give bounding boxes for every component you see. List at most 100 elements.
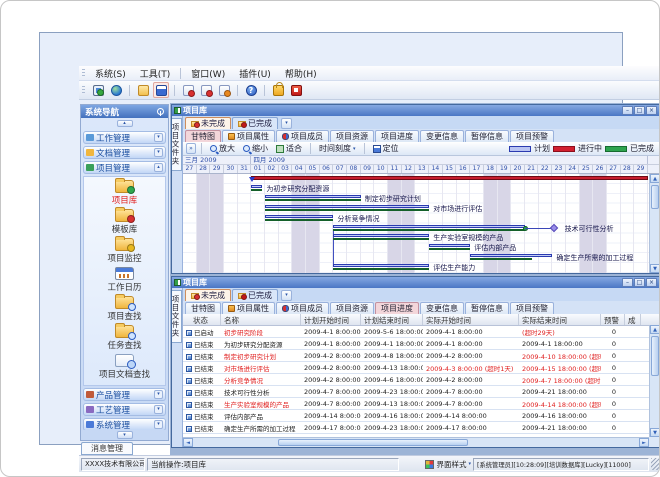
table-folder-side-tab[interactable]: 项目文件夹 [172, 290, 182, 343]
chevron-down-icon[interactable]: ▾ [154, 390, 163, 399]
column-header-0[interactable]: 状态 [183, 314, 221, 325]
sidebar-group-0[interactable]: 工作管理▾ [83, 131, 166, 144]
gantt-subtab-7[interactable]: 项目预警 [510, 130, 554, 142]
gantt-actual-bar[interactable] [470, 258, 532, 260]
sidebar-item-6[interactable]: 项目文档查找 [84, 354, 165, 380]
table-subtab-7[interactable]: 项目预警 [510, 302, 554, 314]
table-row[interactable]: 已结束为初步研究分配资源2009-4-1 8:00:002009-4-1 18:… [183, 338, 649, 350]
gantt-actual-bar[interactable] [251, 189, 262, 191]
sidebar-item-5[interactable]: 任务查找 [84, 325, 165, 351]
exit-toolbar-button[interactable] [288, 82, 304, 98]
minimize-button[interactable]: – [622, 106, 633, 115]
mail-verify-toolbar-button[interactable] [198, 82, 214, 98]
sidebar-item-2[interactable]: 项目监控 [84, 238, 165, 264]
column-header-4[interactable]: 实际开始时间 [423, 314, 519, 325]
table-subtab-3[interactable]: 项目资源 [330, 302, 374, 314]
gantt-tab-0[interactable]: 未完成 [185, 117, 231, 129]
menu-item-0[interactable]: 系统(S) [88, 66, 133, 81]
menu-grip[interactable] [82, 69, 85, 78]
gantt-tab-1[interactable]: 已完成 [232, 117, 278, 129]
table-subtab-5[interactable]: 变更信息 [420, 302, 464, 314]
menu-item-3[interactable]: 插件(U) [232, 66, 278, 81]
sidebar-group-1[interactable]: 文档管理▾ [83, 146, 166, 159]
gantt-subtab-3[interactable]: 项目资源 [330, 130, 374, 142]
toolbar-expand-button[interactable]: » [186, 143, 196, 154]
gantt-plan-bar[interactable] [333, 234, 429, 237]
tab-message-management[interactable]: 消息管理 [81, 442, 133, 455]
chevron-down-icon[interactable]: ▾ [154, 405, 163, 414]
computer-toolbar-button[interactable] [90, 82, 106, 98]
interface-style-caret-icon[interactable]: ▾ [468, 461, 471, 467]
mail-send-toolbar-button[interactable] [216, 82, 232, 98]
resize-grip[interactable] [651, 458, 659, 470]
gantt-plan-bar[interactable] [333, 264, 429, 267]
scroll-left-icon[interactable]: ◄ [183, 438, 193, 447]
gantt-actual-bar[interactable] [265, 209, 429, 211]
gantt-plan-bar[interactable] [265, 195, 361, 198]
gantt-actual-bar[interactable] [333, 238, 429, 240]
table-subtab-2[interactable]: 项目成员 [276, 302, 329, 314]
gantt-vertical-scrollbar[interactable]: ▲▼ [649, 174, 659, 273]
gantt-subtab-0[interactable]: 甘特图 [185, 130, 221, 142]
table-horizontal-scrollbar[interactable]: ◄► [183, 437, 649, 447]
gantt-plan-bar[interactable] [470, 254, 552, 257]
table-subtab-4[interactable]: 项目进度 [375, 302, 419, 314]
table-tab-1[interactable]: 已完成 [232, 289, 278, 301]
table-row[interactable]: 已启动初步研究阶段2009-4-1 8:00:002009-5-6 18:00:… [183, 326, 649, 338]
table-row[interactable]: 已结束评估内部产品2009-4-14 8:00:002009-4-16 18:0… [183, 410, 649, 422]
maximize-button[interactable]: □ [634, 278, 645, 287]
folder-toolbar-button[interactable] [135, 82, 151, 98]
scroll-down-icon[interactable]: ▼ [650, 264, 659, 273]
gantt-subtab-4[interactable]: 项目进度 [375, 130, 419, 142]
column-header-1[interactable]: 名称 [221, 314, 301, 325]
gantt-chart[interactable]: 为初步研究分配资源制定初步研究计划对市场进行评估分析竞争情况技术可行性分析生产实… [183, 174, 649, 273]
chevron-down-icon[interactable]: ▾ [154, 148, 163, 157]
gantt-plan-bar[interactable] [265, 205, 429, 208]
sidebar-item-0[interactable]: 项目库 [84, 180, 165, 206]
minimize-button[interactable]: – [622, 278, 633, 287]
fit-button[interactable]: 适合 [273, 143, 305, 155]
sidebar-group-5[interactable]: 系统管理▾ [83, 418, 166, 430]
mail-new-toolbar-button[interactable] [180, 82, 196, 98]
gantt-summary-bar[interactable] [251, 176, 648, 180]
lock-toolbar-button[interactable] [270, 82, 286, 98]
scroll-right-icon[interactable]: ► [639, 438, 649, 447]
column-header-2[interactable]: 计划开始时间 [301, 314, 361, 325]
save-toolbar-button[interactable] [153, 82, 169, 98]
gantt-subtab-5[interactable]: 变更信息 [420, 130, 464, 142]
toolbar-grip[interactable] [82, 86, 85, 95]
zoom-in-button[interactable]: 放大 [207, 143, 238, 155]
table-row[interactable]: 已结束制定初步研究计划2009-4-2 8:00:002009-4-8 18:0… [183, 350, 649, 362]
table-subtab-6[interactable]: 暂停信息 [465, 302, 509, 314]
sidebar-item-1[interactable]: 模板库 [84, 209, 165, 235]
gantt-titlebar[interactable]: 项目库–□× [172, 105, 659, 116]
table-titlebar[interactable]: 项目库–□× [172, 277, 659, 288]
gantt-subtab-2[interactable]: 项目成员 [276, 130, 329, 142]
pin-icon[interactable] [157, 108, 164, 115]
sidebar-scroll-down-button[interactable]: ▾ [117, 431, 133, 439]
gantt-plan-bar[interactable] [333, 225, 524, 228]
scrollbar-thumb[interactable] [651, 336, 659, 376]
table-tab-0[interactable]: 未完成 [185, 289, 231, 301]
maximize-button[interactable]: □ [634, 106, 645, 115]
menu-item-1[interactable]: 工具(T) [133, 66, 178, 81]
table-subtab-1[interactable]: 项目属性 [222, 302, 275, 314]
scroll-up-icon[interactable]: ▲ [650, 174, 659, 183]
sidebar-group-3[interactable]: 产品管理▾ [83, 388, 166, 401]
gantt-plan-bar[interactable] [251, 185, 262, 188]
table-row[interactable]: 已结束技术可行性分析2009-4-7 8:00:002009-4-23 18:0… [183, 386, 649, 398]
zoom-out-button[interactable]: 缩小 [240, 143, 271, 155]
scroll-up-icon[interactable]: ▲ [650, 325, 660, 334]
gantt-actual-bar[interactable] [333, 229, 524, 231]
table-row[interactable]: 已结束生产实验室规模的产品2009-4-7 8:00:002009-4-13 1… [183, 398, 649, 410]
sidebar-item-4[interactable]: 项目查找 [84, 296, 165, 322]
timescale-button[interactable]: 时间刻度▾ [316, 143, 359, 155]
gantt-actual-bar[interactable] [333, 268, 429, 270]
table-row[interactable]: 已结束对市场进行评估2009-4-2 8:00:002009-4-13 18:0… [183, 362, 649, 374]
help-toolbar-button[interactable]: ? [243, 82, 259, 98]
table-vertical-scrollbar[interactable]: ▲▼ [649, 325, 659, 437]
menu-item-2[interactable]: 窗口(W) [184, 66, 232, 81]
globe-toolbar-button[interactable] [108, 82, 124, 98]
gantt-folder-side-tab[interactable]: 项目文件夹 [172, 118, 182, 171]
sidebar-group-2[interactable]: 项目管理▴ [83, 161, 166, 174]
